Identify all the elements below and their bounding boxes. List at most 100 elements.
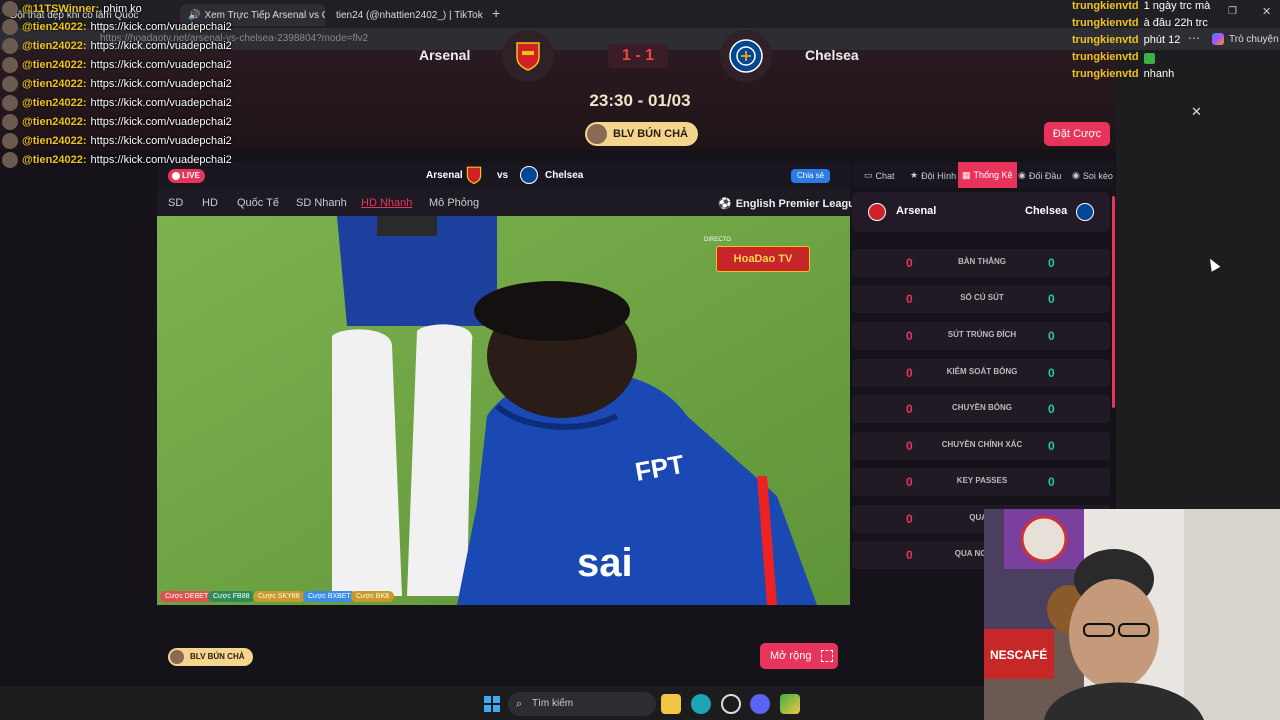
check-icon: ◉	[1018, 170, 1026, 180]
chelsea-stats-crest-icon	[1076, 203, 1094, 221]
stats-header: Arsenal Chelsea	[852, 192, 1110, 232]
video-player[interactable]: FPT sai	[157, 216, 850, 605]
player-home-team: Arsenal	[426, 170, 463, 181]
emote-icon	[1143, 53, 1155, 64]
watermark-brand-logo: HoaDao TV	[716, 246, 810, 272]
sponsor-bk8[interactable]: Cược BK8	[351, 591, 395, 602]
avatar	[2, 95, 18, 111]
commentator-badge-bottom[interactable]: BLV BÚN CHẢ	[168, 648, 253, 666]
commentator-avatar	[170, 650, 184, 664]
search-icon: ⌕	[516, 698, 523, 710]
tab-statistics[interactable]: ▦ Thống Kê	[958, 162, 1017, 188]
tab-odds[interactable]: ◉ Soi kèo	[1072, 170, 1113, 181]
browser-tab-3[interactable]: tien24 (@nhattien2402_) | TikTok ✕	[328, 4, 488, 26]
football-icon: ⚽	[718, 198, 732, 210]
tab-quality-hd[interactable]: HD	[202, 197, 218, 209]
new-tab-icon[interactable]: +	[492, 5, 500, 21]
sponsor-bxbet[interactable]: Cược BXBET	[303, 591, 356, 602]
stat-row: 0 CHUYỀN BÓNG 0	[852, 395, 1110, 423]
avatar	[2, 114, 18, 130]
expand-icon	[820, 650, 833, 663]
commentator-badge[interactable]: BLV BÚN CHẢ	[585, 122, 698, 146]
avatar	[2, 19, 18, 35]
chat-icon: ▭	[864, 170, 873, 180]
stat-row: 0 KEY PASSES 0	[852, 468, 1110, 496]
share-button[interactable]: Chia sẻ	[791, 169, 831, 183]
chat-line-right: trungkienvtd 1 ngày trc mà	[1072, 0, 1211, 12]
avatar	[2, 76, 18, 92]
tab-lineup[interactable]: ★ Đội Hình	[910, 170, 956, 181]
edge-browser-icon[interactable]	[691, 694, 711, 714]
expand-button[interactable]: Mở rộng	[760, 643, 838, 669]
league-label: ⚽ English Premier League	[718, 198, 862, 210]
app-icon[interactable]	[780, 694, 800, 714]
windows-start-icon[interactable]	[484, 696, 500, 712]
commentator-avatar	[587, 124, 607, 144]
stats-scrollbar[interactable]	[1112, 196, 1115, 408]
tab-quality-sd-fast[interactable]: SD Nhanh	[296, 197, 347, 209]
stat-row: 0 BÀN THẮNG 0	[852, 249, 1110, 277]
video-frame: FPT sai	[157, 216, 850, 605]
avatar	[2, 152, 18, 168]
chat-line-right: trungkienvtd nhanh	[1072, 68, 1175, 80]
chat-line: @tien24022: https://kick.com/vuadepchai2	[2, 151, 232, 169]
restore-window-icon[interactable]: ❐	[1228, 6, 1237, 17]
arsenal-small-crest-icon	[466, 166, 482, 189]
chat-line: @tien24022: https://kick.com/vuadepchai2	[2, 37, 232, 55]
avatar	[2, 133, 18, 149]
close-icon[interactable]: ✕	[1191, 104, 1202, 120]
score-display: 1 - 1	[608, 44, 668, 68]
chat-line: @tien24022: https://kick.com/vuadepchai2	[2, 56, 232, 74]
avatar	[2, 57, 18, 73]
avatar	[2, 38, 18, 54]
star-icon: ★	[910, 170, 919, 180]
chelsea-crest-icon	[720, 30, 772, 82]
stats-home-team: Arsenal	[896, 205, 937, 217]
avatar	[2, 1, 18, 17]
webcam-frame: NESCAFÉ	[984, 509, 1280, 720]
chat-line-right: trungkienvtd phút 12	[1072, 34, 1181, 46]
stat-row: 0 SỐ CÚ SÚT 0	[852, 285, 1110, 313]
chat-line: @tien24022: https://kick.com/vuadepchai2	[2, 75, 232, 93]
svg-text:sai: sai	[577, 541, 633, 585]
place-bet-button[interactable]: Đặt Cược	[1044, 122, 1110, 146]
chat-line: @tien24022: https://kick.com/vuadepchai2	[2, 18, 232, 36]
taskbar-search[interactable]: ⌕ Tìm kiếm	[508, 692, 656, 716]
vs-label: vs	[497, 170, 509, 181]
live-badge: LIVE	[168, 169, 205, 183]
sponsor-sky88[interactable]: Cược SKY88	[253, 591, 305, 602]
tab-quality-sd[interactable]: SD	[168, 197, 183, 209]
sponsor-fb88[interactable]: Cược FB88	[208, 591, 255, 602]
sponsor-debet[interactable]: Cược DEBET	[160, 591, 214, 602]
webcam-feed: NESCAFÉ	[984, 509, 1280, 720]
match-time: 23:30 - 01/03	[589, 91, 691, 110]
live-dot-icon	[172, 172, 180, 180]
close-window-icon[interactable]: ✕	[1262, 5, 1271, 18]
steam-icon[interactable]	[721, 694, 741, 714]
tab-quality-international[interactable]: Quốc Tế	[237, 197, 279, 209]
chat-line-right: trungkienvtd	[1072, 51, 1155, 68]
check-circle-icon: ◉	[1072, 170, 1080, 180]
player-away-team: Chelsea	[545, 170, 584, 181]
tab-quality-simulation[interactable]: Mô Phỏng	[429, 197, 479, 209]
discord-icon[interactable]	[750, 694, 770, 714]
arsenal-stats-crest-icon	[868, 203, 886, 221]
chelsea-small-crest-icon	[520, 166, 538, 189]
svg-text:NESCAFÉ: NESCAFÉ	[990, 647, 1047, 662]
stat-row: 0 SÚT TRÚNG ĐÍCH 0	[852, 322, 1110, 350]
away-team-name: Chelsea	[805, 47, 859, 63]
stat-row: 0 CHUYỀN CHÍNH XÁC 0	[852, 432, 1110, 460]
chat-line-right: trungkienvtd à đâu 22h trc	[1072, 17, 1208, 29]
tab-chat[interactable]: ▭ Chat	[864, 170, 895, 181]
stat-row: 0 KIỂM SOÁT BÓNG 0	[852, 359, 1110, 387]
watermark-directo: DIRECTO	[704, 237, 731, 243]
stats-icon: ▦	[962, 169, 971, 180]
tab-quality-hd-fast[interactable]: HD Nhanh	[361, 197, 412, 209]
copilot-button[interactable]: Trò chuyện	[1212, 33, 1279, 45]
chat-line: @tien24022: https://kick.com/vuadepchai2	[2, 132, 232, 150]
chat-line: @tien24022: https://kick.com/vuadepchai2	[2, 94, 232, 112]
copilot-icon	[1212, 33, 1224, 45]
file-explorer-icon[interactable]	[661, 694, 681, 714]
chat-line: @tien24022: https://kick.com/vuadepchai2	[2, 113, 232, 131]
tab-head-to-head[interactable]: ◉ Đối Đầu	[1018, 170, 1061, 181]
